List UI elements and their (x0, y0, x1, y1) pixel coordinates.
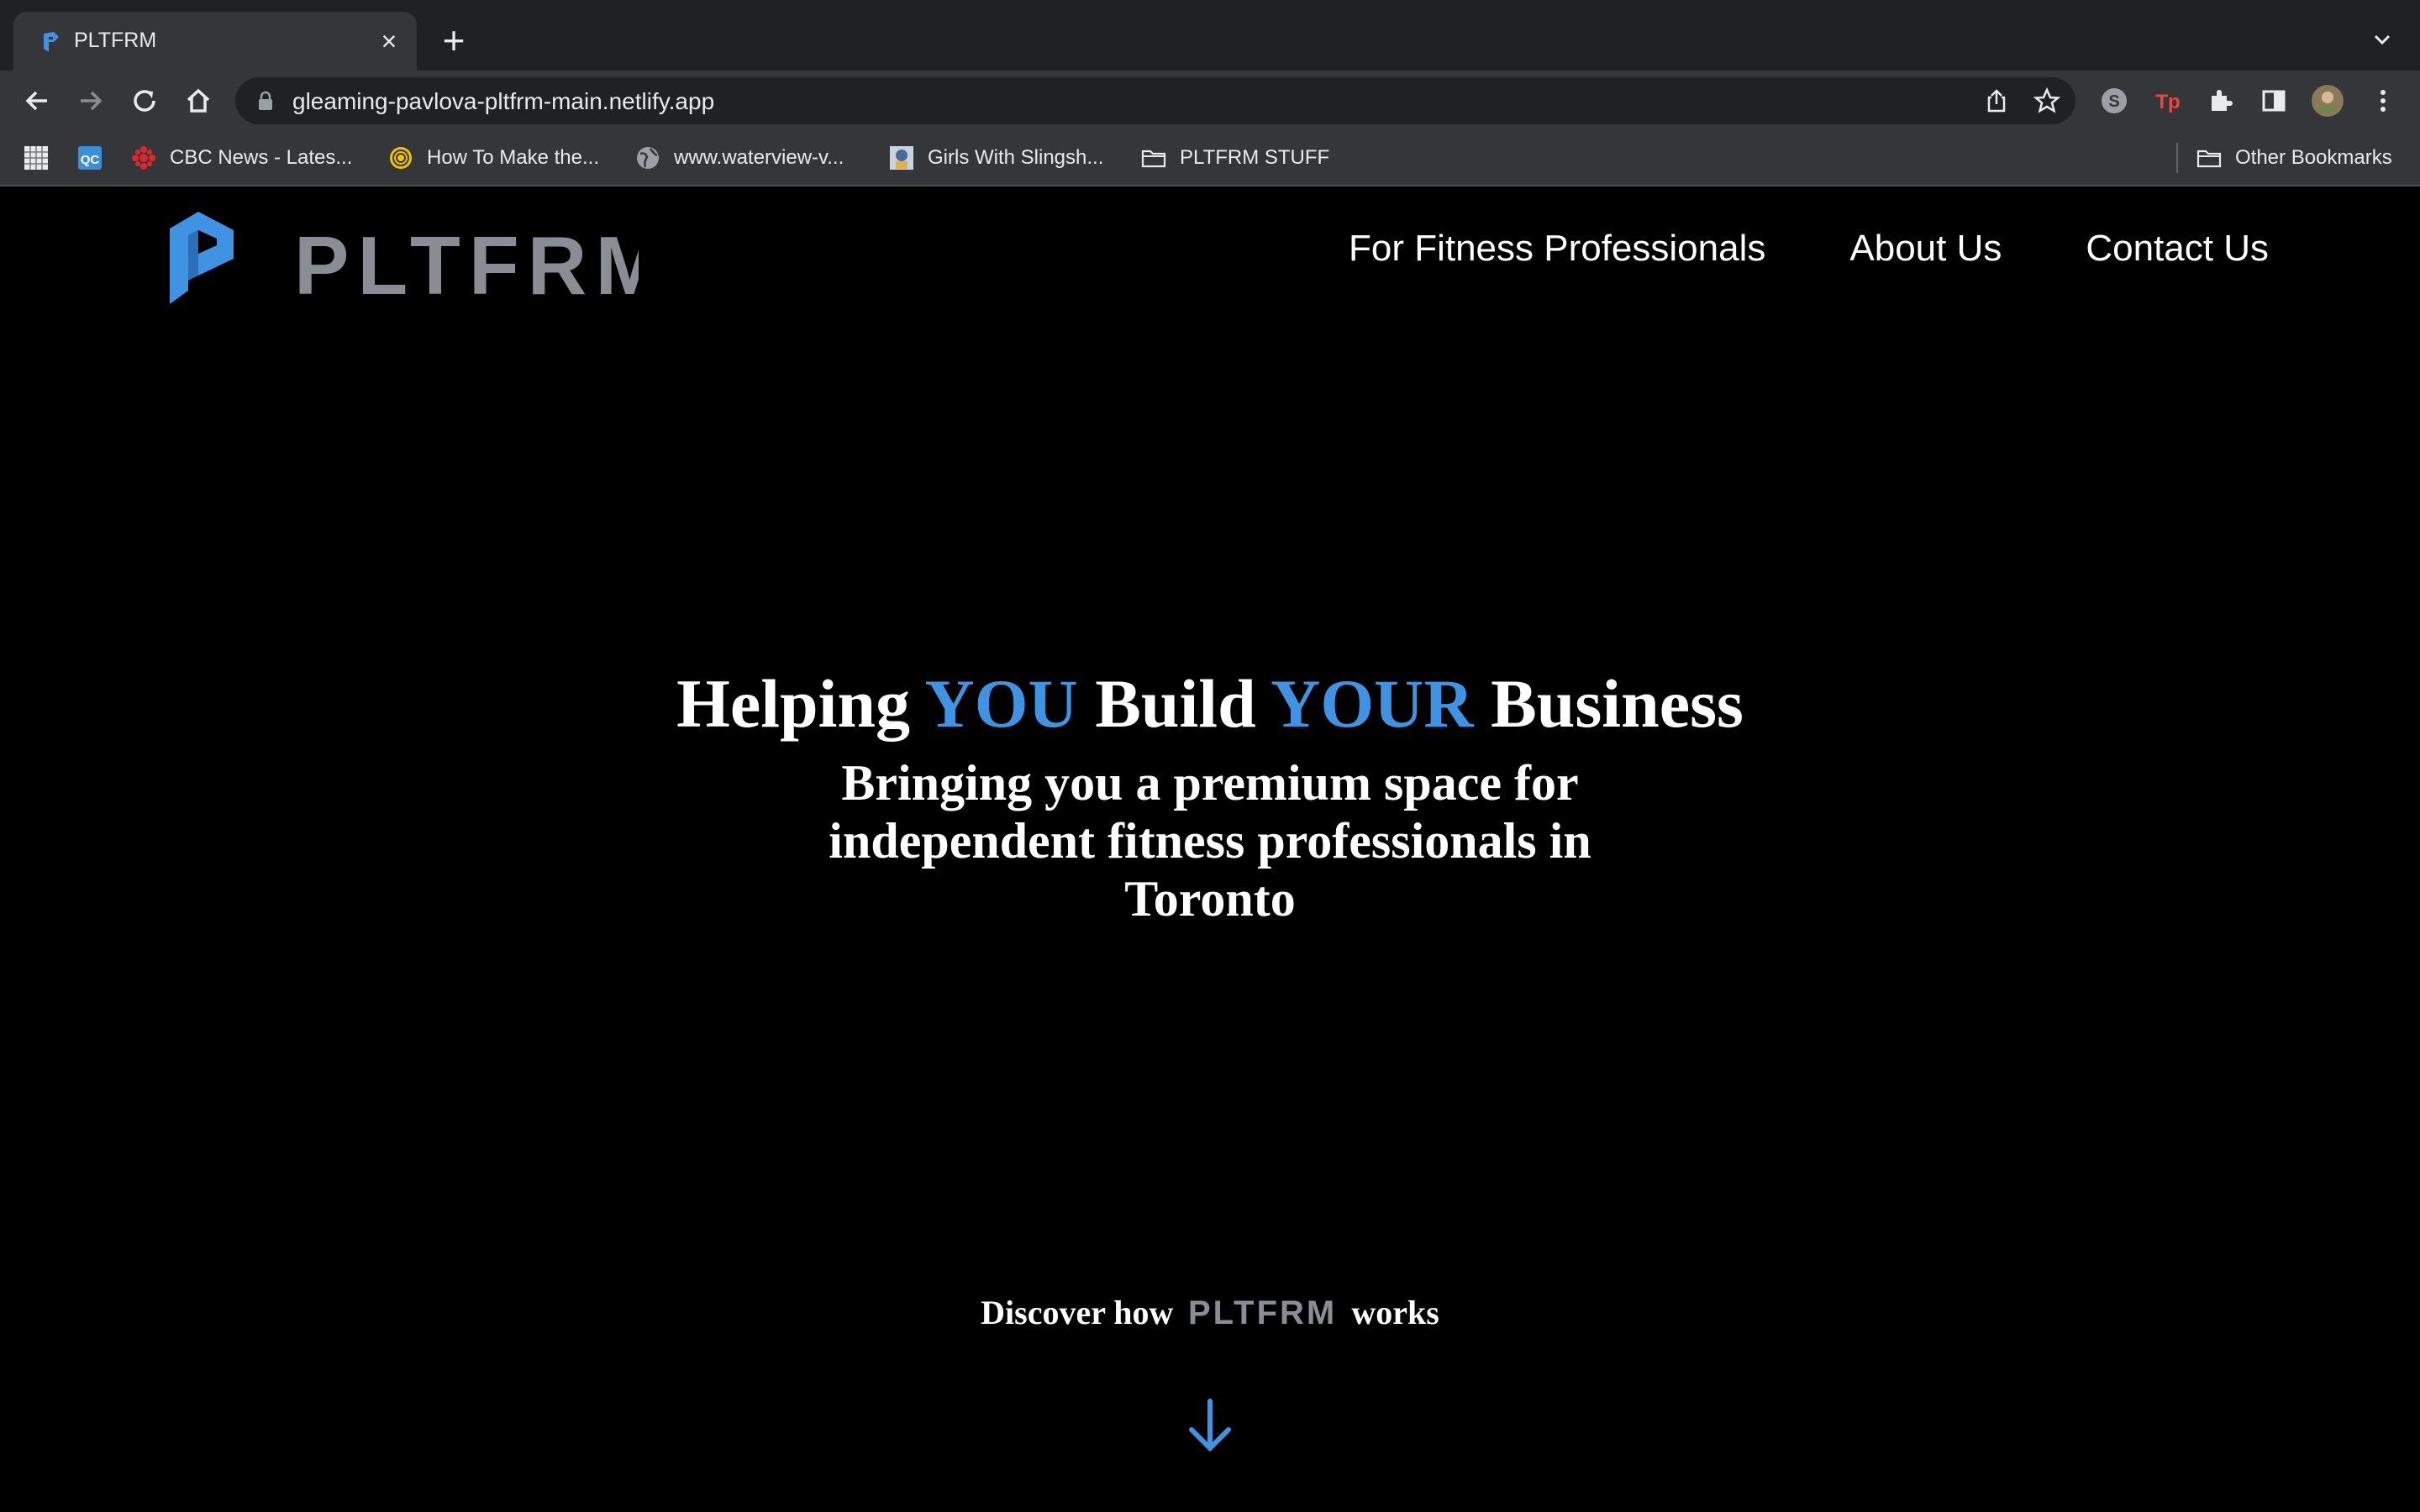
new-tab-icon[interactable]: + (437, 21, 471, 60)
bookmark-label: www.waterview-v... (674, 146, 844, 169)
bookmark-label: How To Make the... (427, 146, 599, 169)
nav-link-fitness-professionals[interactable]: For Fitness Professionals (1349, 228, 1765, 270)
address-bar[interactable]: gleaming-pavlova-pltfrm-main.netlify.app (235, 77, 2075, 124)
discover-wordmark: PLTFRM (1188, 1294, 1337, 1329)
main-nav: For Fitness Professionals About Us Conta… (1349, 223, 2269, 274)
hero-title: Helping YOU Build YOUR Business (0, 657, 2420, 751)
profile-avatar-icon[interactable] (2311, 84, 2344, 118)
bookmark-waterview[interactable]: www.waterview-v... (635, 143, 844, 173)
discover-text-after: works (1351, 1294, 1439, 1331)
bookmark-label: PLTFRM STUFF (1180, 146, 1330, 169)
bookmark-cbc[interactable]: CBC News - Lates... (131, 143, 352, 173)
nav-link-contact-us[interactable]: Contact Us (2086, 228, 2269, 270)
browser-menu-icon[interactable] (2366, 84, 2400, 118)
grid-favicon-icon (24, 146, 48, 170)
skype-extension-icon[interactable]: S (2097, 84, 2131, 118)
tab-close-icon[interactable]: × (376, 28, 402, 55)
bookmark-label: CBC News - Lates... (170, 146, 353, 169)
lock-icon[interactable] (257, 91, 274, 111)
tp-extension-icon[interactable]: Tp (2151, 84, 2185, 118)
forward-icon[interactable] (74, 84, 108, 118)
share-icon[interactable] (1983, 87, 2010, 114)
browser-tabstrip: PLTFRM × + (0, 0, 2420, 71)
bookmark-folder-pltfrm-stuff[interactable]: PLTFRM STUFF (1141, 143, 1329, 173)
home-icon[interactable] (182, 84, 215, 118)
bookmarks-separator (2176, 143, 2178, 173)
cbc-favicon-icon (132, 146, 155, 170)
hero-title-you: YOU (924, 665, 1078, 742)
page-content: PLTFRM For Fitness Professionals About U… (0, 186, 2420, 1512)
bookmark-grid[interactable] (24, 143, 62, 173)
folder-icon (2196, 150, 2222, 168)
hero-section: Helping YOU Build YOUR Business Bringing… (0, 657, 2420, 928)
pltfrm-logo[interactable]: PLTFRM (168, 205, 639, 314)
hero-title-your: YOUR (1270, 665, 1474, 742)
back-icon[interactable] (20, 84, 54, 118)
hero-title-part: Helping (676, 665, 925, 742)
tab-search-chevron-icon[interactable] (2368, 25, 2396, 54)
qc-favicon-icon: QC (78, 146, 102, 170)
reload-icon[interactable] (128, 84, 161, 118)
svg-text:Tp: Tp (2155, 91, 2180, 113)
folder-icon (1141, 150, 1166, 168)
other-bookmarks-label: Other Bookmarks (2235, 146, 2392, 169)
other-bookmarks-folder[interactable]: Other Bookmarks (2196, 143, 2392, 173)
discover-text-before: Discover how (981, 1294, 1174, 1331)
scroll-down-arrow-icon[interactable] (1185, 1396, 1235, 1457)
globe-icon (637, 147, 659, 169)
url-text[interactable]: gleaming-pavlova-pltfrm-main.netlify.app (292, 88, 714, 115)
extensions-puzzle-icon[interactable] (2205, 84, 2238, 118)
bookmark-qc[interactable]: QC (77, 143, 116, 173)
nav-link-about-us[interactable]: About Us (1849, 228, 2002, 270)
pltfrm-wordmark-small: PLTFRM (1188, 1294, 1337, 1329)
bookmark-how-to-make[interactable]: How To Make the... (388, 143, 599, 173)
svg-text:QC: QC (81, 153, 100, 167)
bookmark-girls-with-slingshots[interactable]: Girls With Slingsh... (889, 143, 1103, 173)
logo-wordmark: PLTFRM (294, 219, 639, 312)
bookmarks-bar: QC CBC News - Lates... How To Make the..… (0, 131, 2420, 186)
slingshot-favicon-icon (890, 146, 913, 170)
tab-title: PLTFRM (74, 29, 157, 52)
logo-mark-icon (170, 212, 234, 304)
hero-subtitle: Bringing you a premium space for indepen… (829, 755, 1591, 927)
browser-tab[interactable]: PLTFRM × (13, 12, 417, 71)
hero-title-part: Business (1473, 665, 1744, 742)
bookmark-label: Girls With Slingsh... (928, 146, 1104, 169)
svg-text:S: S (2108, 92, 2119, 111)
spiral-favicon-icon (390, 147, 412, 169)
bookmark-star-icon[interactable] (2033, 87, 2060, 114)
side-panel-icon[interactable] (2257, 84, 2291, 118)
hero-title-part: Build (1077, 665, 1271, 742)
discover-link[interactable]: Discover how PLTFRM works (0, 1292, 2420, 1334)
pltfrm-favicon-icon (44, 32, 59, 52)
